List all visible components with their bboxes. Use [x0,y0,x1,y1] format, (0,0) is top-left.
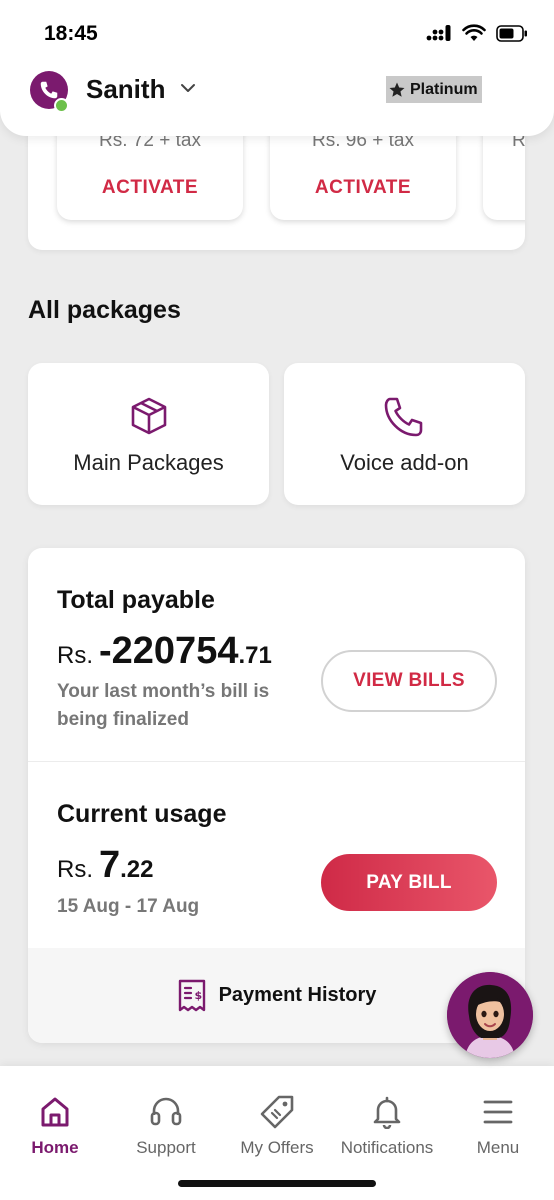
nav-label: Support [136,1138,196,1157]
bottom-nav: Home Support My Offers Notifications Men… [0,1066,554,1200]
account-name[interactable]: Sanith [86,74,165,105]
current-usage-amount: Rs. 7 .22 [57,844,154,887]
amount-whole: 7 [99,844,121,886]
currency-label: Rs. [57,856,93,883]
home-icon [41,1097,69,1127]
nav-support[interactable]: Support [111,1092,221,1158]
amount-decimal: .22 [120,856,154,883]
nav-label: My Offers [240,1138,314,1157]
tier-label: Platinum [410,80,478,98]
phone-logo-icon [40,81,58,99]
nav-label: Notifications [340,1138,434,1157]
receipt-icon: $ [178,979,205,1011]
usage-period: 15 Aug - 17 Aug [57,896,200,917]
pay-bill-button[interactable]: PAY BILL [321,854,497,911]
star-icon [389,82,405,97]
total-payable-title: Total payable [57,586,215,614]
nav-label: Menu [476,1138,520,1157]
home-indicator [178,1180,376,1187]
bill-note: Your last month’s bill is being finalize… [57,681,270,730]
nav-notifications[interactable]: Notifications [332,1092,442,1158]
activate-button[interactable]: ACTIVATE [57,177,243,199]
amount-whole: -220754 [99,630,239,672]
status-time: 18:45 [44,22,98,45]
app-header: 18:45 Sanith Platinum [0,0,554,136]
currency-label: Rs. [57,642,93,669]
payment-history-label: Payment History [218,984,377,1006]
wifi-icon [462,24,486,41]
current-usage-title: Current usage [57,800,227,828]
phone-icon [384,397,422,437]
battery-icon [496,24,527,42]
chevron-down-icon[interactable] [180,82,196,94]
nav-home[interactable]: Home [0,1092,110,1158]
nav-my-offers[interactable]: My Offers [222,1092,332,1158]
status-icons [426,24,528,42]
nav-label: Home [31,1138,79,1157]
voice-addon-card[interactable]: Voice add-on [284,363,525,505]
online-status-dot [54,98,69,113]
activate-button[interactable]: ACTIVATE [270,177,456,199]
svg-text:$: $ [194,989,202,1002]
main-packages-card[interactable]: Main Packages [28,363,269,505]
section-title: All packages [28,296,181,324]
tag-icon [260,1095,294,1129]
tier-badge[interactable]: Platinum [386,76,482,103]
package-label: Voice add-on [340,450,469,475]
divider [28,761,525,762]
signal-icon [426,25,451,41]
headset-icon [150,1097,182,1126]
package-label: Main Packages [73,450,224,475]
total-payable-amount: Rs. -220754 .71 [57,630,272,673]
amount-decimal: .71 [238,642,272,669]
chat-assistant-button[interactable] [447,972,533,1058]
box-icon [131,397,166,435]
menu-icon [483,1100,513,1124]
bill-card: Total payable Rs. -220754 .71 Your last … [28,548,525,1043]
view-bills-button[interactable]: VIEW BILLS [321,650,497,712]
bell-icon [373,1096,401,1129]
assistant-avatar-icon [447,972,533,1058]
nav-menu[interactable]: Menu [443,1092,553,1158]
